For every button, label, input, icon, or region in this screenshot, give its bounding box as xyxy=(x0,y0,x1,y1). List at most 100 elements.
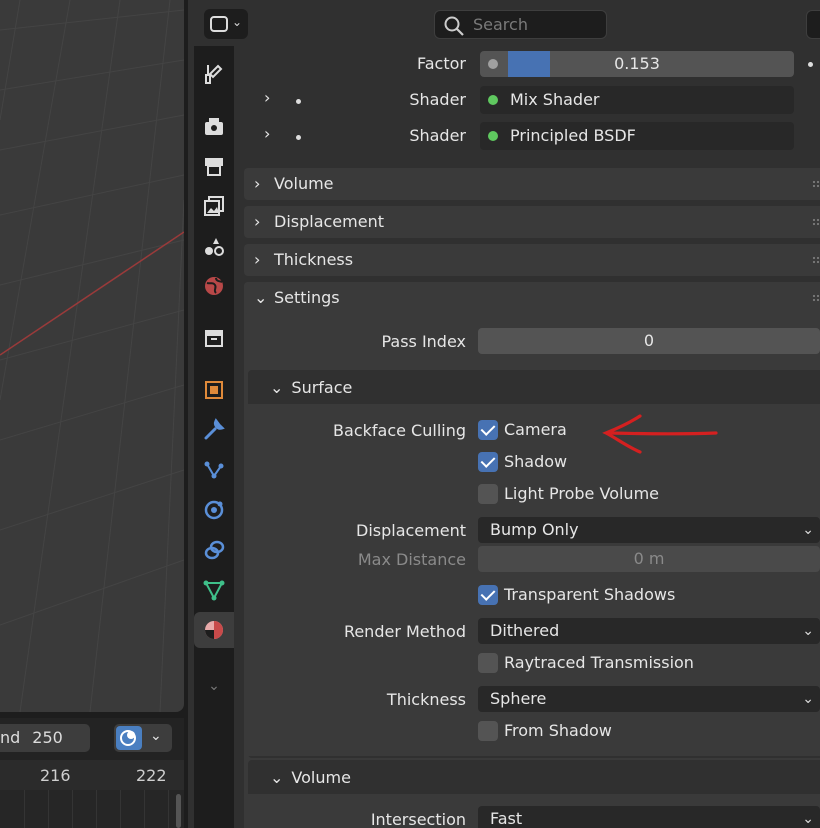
chevron-down-icon: ⌄ xyxy=(270,378,284,397)
shader2-value: Principled BSDF xyxy=(510,126,636,145)
panel-title: Settings xyxy=(274,288,340,307)
drag-handle-icon[interactable] xyxy=(812,180,820,188)
volume-subpanel-header[interactable]: ⌄ Volume xyxy=(270,768,351,787)
timeline-area[interactable] xyxy=(0,790,184,828)
chevron-down-icon: ⌄ xyxy=(254,288,268,307)
checkbox-label: Shadow xyxy=(504,452,568,471)
panel-volume-header[interactable]: › Volume xyxy=(244,168,820,200)
shader1-field[interactable]: Mix Shader xyxy=(480,86,794,114)
object-icon xyxy=(205,381,223,399)
pass-index-value: 0 xyxy=(643,331,655,350)
factor-slider[interactable]: 0.153 xyxy=(480,51,794,77)
data-icon xyxy=(203,580,225,601)
chevron-down-icon: ⌄ xyxy=(208,678,220,694)
search-icon xyxy=(444,16,464,36)
max-distance-field[interactable]: 0 m xyxy=(478,546,820,572)
shadow-checkbox[interactable]: Shadow xyxy=(478,451,567,473)
dropdown-value: Fast xyxy=(490,809,523,828)
physics-icon xyxy=(204,500,224,520)
chevron-down-icon: ⌄ xyxy=(232,15,243,29)
panel-title: Displacement xyxy=(274,212,384,231)
pass-index-label: Pass Index xyxy=(381,332,466,351)
shader1-label: Shader xyxy=(409,90,466,109)
pass-index-field[interactable]: 0 xyxy=(478,328,820,354)
tab-particles[interactable] xyxy=(194,452,234,488)
search-placeholder: Search xyxy=(473,15,528,34)
tab-object[interactable] xyxy=(194,372,234,408)
tab-modifier[interactable] xyxy=(194,412,234,448)
tab-constraints[interactable] xyxy=(194,532,234,568)
properties-tabs: ⌄ xyxy=(194,46,234,828)
drag-handle-icon[interactable] xyxy=(812,256,820,264)
tab-data[interactable] xyxy=(194,572,234,608)
chevron-down-icon: ⌄ xyxy=(150,728,162,744)
factor-label: Factor xyxy=(417,54,466,73)
tab-collection[interactable] xyxy=(194,320,234,356)
ruler-tick: 222 xyxy=(136,766,167,785)
render-method-label: Render Method xyxy=(343,622,466,641)
shader2-field[interactable]: Principled BSDF xyxy=(480,122,794,150)
annotation-arrow xyxy=(602,414,718,454)
tab-tool[interactable] xyxy=(194,56,234,92)
transparent-shadows-checkbox[interactable]: Transparent Shadows xyxy=(478,584,675,606)
panel-settings-header[interactable]: ⌄ Settings xyxy=(244,282,820,314)
panel-title: Volume xyxy=(274,174,334,193)
tab-render[interactable] xyxy=(194,108,234,144)
keying-icon xyxy=(116,726,142,750)
editor-type-button[interactable]: ⌄ xyxy=(204,9,248,39)
chevron-right-icon: › xyxy=(254,250,261,269)
checkbox-label: Camera xyxy=(504,420,567,439)
displacement-method-dropdown[interactable]: Bump Only ⌄ xyxy=(478,517,820,543)
tab-scene[interactable] xyxy=(194,228,234,264)
tab-more[interactable]: ⌄ xyxy=(194,668,234,704)
shader1-dot xyxy=(296,99,301,104)
drag-handle-icon[interactable] xyxy=(812,218,820,226)
thickness-label: Thickness xyxy=(386,690,466,709)
checkbox-label: Light Probe Volume xyxy=(504,484,659,503)
displacement-method-label: Displacement xyxy=(356,521,466,540)
3d-viewport[interactable] xyxy=(0,0,184,712)
thickness-dropdown[interactable]: Sphere ⌄ xyxy=(478,686,820,712)
end-frame-field[interactable]: nd 250 xyxy=(0,724,90,752)
shader1-value: Mix Shader xyxy=(510,90,600,109)
dropdown-value: Sphere xyxy=(490,689,547,708)
dropdown-value: Dithered xyxy=(490,621,560,640)
scene-icon xyxy=(205,238,224,256)
search-input[interactable]: Search xyxy=(434,10,607,39)
max-distance-value: 0 m xyxy=(633,549,665,568)
expand-shader1-icon[interactable]: › xyxy=(264,88,270,107)
chevron-down-icon: ⌄ xyxy=(802,623,814,639)
expand-shader2-icon[interactable]: › xyxy=(264,124,270,143)
view-layer-icon xyxy=(204,196,224,216)
tab-physics[interactable] xyxy=(194,492,234,528)
render-method-dropdown[interactable]: Dithered ⌄ xyxy=(478,618,820,644)
auto-keying-button[interactable]: ⌄ xyxy=(114,724,172,752)
material-icon xyxy=(205,621,223,639)
backface-culling-label: Backface Culling xyxy=(333,421,466,440)
properties-header: ⌄ Search xyxy=(188,0,820,46)
tab-view-layer[interactable] xyxy=(194,188,234,224)
panel-thickness-header[interactable]: › Thickness xyxy=(244,244,820,276)
tab-world[interactable] xyxy=(194,268,234,304)
dropdown-value: Bump Only xyxy=(490,520,579,539)
shader2-label: Shader xyxy=(409,126,466,145)
chevron-down-icon: ⌄ xyxy=(270,768,284,787)
surface-subpanel-header[interactable]: ⌄ Surface xyxy=(270,378,352,397)
chevron-down-icon: ⌄ xyxy=(802,811,814,827)
constraints-icon xyxy=(204,540,225,560)
drag-handle-icon[interactable] xyxy=(812,294,820,302)
intersection-dropdown[interactable]: Fast ⌄ xyxy=(478,806,820,828)
timeline-ruler: 216 222 xyxy=(0,760,184,790)
camera-checkbox[interactable]: Camera xyxy=(478,419,567,441)
chevron-right-icon: › xyxy=(254,174,261,193)
panel-displacement-header[interactable]: › Displacement xyxy=(244,206,820,238)
raytraced-transmission-checkbox[interactable]: Raytraced Transmission xyxy=(478,652,694,674)
tab-output[interactable] xyxy=(194,148,234,184)
options-button[interactable] xyxy=(806,10,820,39)
tab-material[interactable] xyxy=(194,612,234,648)
world-icon xyxy=(205,277,223,295)
from-shadow-checkbox[interactable]: From Shadow xyxy=(478,720,612,742)
checkbox-icon xyxy=(478,452,498,472)
timeline-scrollbar[interactable] xyxy=(176,794,181,828)
light-probe-volume-checkbox[interactable]: Light Probe Volume xyxy=(478,483,659,505)
